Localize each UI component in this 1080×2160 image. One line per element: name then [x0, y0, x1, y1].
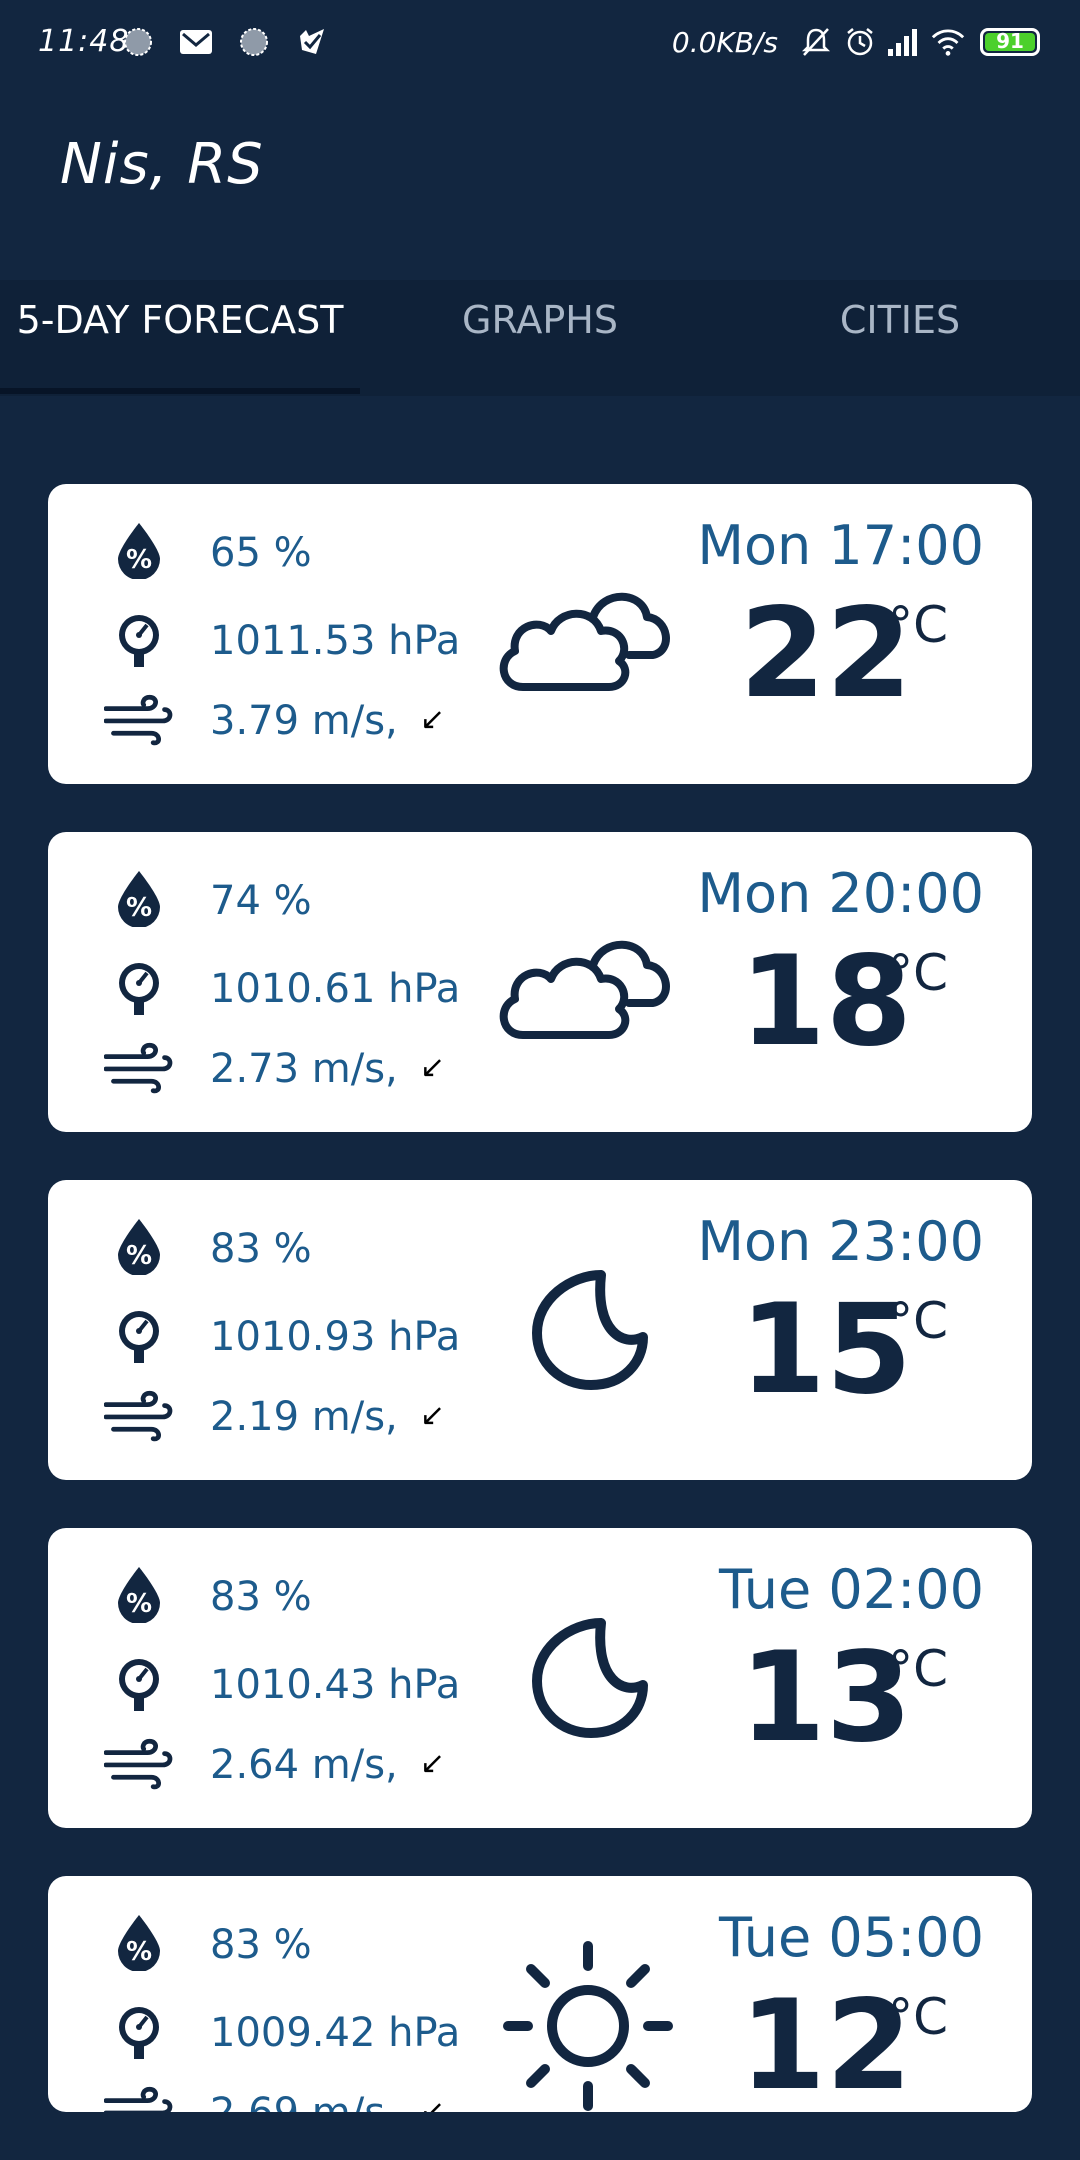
- status-time: 11:48: [38, 24, 130, 59]
- wind-direction-icon: ↙: [420, 1746, 446, 1781]
- wind-icon: [104, 1734, 174, 1794]
- city-title: Nis, RS: [60, 132, 264, 197]
- pressure-icon: [104, 1654, 174, 1714]
- humidity-value: 83 %: [210, 1922, 312, 1968]
- svg-text:%: %: [126, 893, 152, 923]
- temperature-value: 12: [739, 1974, 912, 2112]
- wind-value: 2.19 m/s,: [210, 1394, 398, 1440]
- wind-icon: [104, 1038, 174, 1098]
- wind-direction-icon: ↙: [420, 2094, 446, 2112]
- clouds-icon: [488, 902, 688, 1062]
- forecast-card[interactable]: % 83 % 1009.42 hPa 2.69 m/s, ↙ Tue 05:00…: [48, 1876, 1032, 2112]
- pressure-icon: [104, 610, 174, 670]
- tab-graphs[interactable]: GRAPHS: [360, 298, 720, 358]
- forecast-time: Tue 02:00: [718, 1558, 984, 1621]
- signal-icon: [886, 24, 922, 60]
- humidity-icon: %: [104, 868, 174, 928]
- pressure-icon: [104, 2002, 174, 2062]
- wind-icon: [104, 690, 174, 750]
- temperature-value: 18: [739, 930, 912, 1074]
- bottom-fade: [0, 2112, 1080, 2160]
- moon-icon: [488, 1250, 688, 1410]
- pressure-icon: [104, 958, 174, 1018]
- humidity-value: 74 %: [210, 878, 312, 924]
- wind-value: 3.79 m/s,: [210, 698, 398, 744]
- svg-text:%: %: [126, 545, 152, 575]
- pressure-icon: [104, 1306, 174, 1366]
- moon-icon: [488, 1598, 688, 1758]
- temperature-unit: °C: [888, 1292, 948, 1350]
- temperature-unit: °C: [888, 596, 948, 654]
- sun-icon: [488, 1941, 688, 2111]
- wind-value: 2.64 m/s,: [210, 1742, 398, 1788]
- wind-icon: [104, 1386, 174, 1446]
- temperature-unit: °C: [888, 944, 948, 1002]
- humidity-icon: %: [104, 1216, 174, 1276]
- forecast-card[interactable]: % 65 % 1011.53 hPa 3.79 m/s, ↙ Mon 17:00…: [48, 484, 1032, 784]
- svg-text:%: %: [126, 1241, 152, 1271]
- app-notification-icon-2: [236, 24, 272, 60]
- gmail-icon: [178, 24, 214, 60]
- temperature-value: 13: [739, 1626, 912, 1770]
- tab-5-day-forecast[interactable]: 5-DAY FORECAST: [0, 298, 360, 358]
- network-speed: 0.0KB/s: [671, 25, 778, 59]
- tab-cities[interactable]: CITIES: [720, 298, 1080, 358]
- mute-icon: [798, 24, 834, 60]
- battery-level: 91: [996, 29, 1024, 53]
- pressure-value: 1010.43 hPa: [210, 1662, 461, 1708]
- humidity-value: 83 %: [210, 1574, 312, 1620]
- forecast-time: Mon 20:00: [697, 862, 984, 925]
- wind-value: 2.69 m/s,: [210, 2090, 398, 2112]
- battery-icon: 91: [980, 28, 1040, 56]
- humidity-icon: %: [104, 1564, 174, 1624]
- pressure-value: 1010.61 hPa: [210, 966, 461, 1012]
- forecast-card[interactable]: % 83 % 1010.93 hPa 2.19 m/s, ↙ Mon 23:00…: [48, 1180, 1032, 1480]
- status-bar: 11:48 0.0KB/s 91: [0, 0, 1080, 86]
- svg-text:%: %: [126, 1589, 152, 1619]
- pressure-value: 1009.42 hPa: [210, 2010, 461, 2056]
- forecast-card[interactable]: % 74 % 1010.61 hPa 2.73 m/s, ↙ Mon 20:00…: [48, 832, 1032, 1132]
- pressure-value: 1011.53 hPa: [210, 618, 461, 664]
- forecast-card[interactable]: % 83 % 1010.43 hPa 2.64 m/s, ↙ Tue 02:00…: [48, 1528, 1032, 1828]
- humidity-value: 65 %: [210, 530, 312, 576]
- task-check-icon: [294, 24, 330, 60]
- system-icons: 0.0KB/s 91: [672, 22, 1040, 62]
- humidity-icon: %: [104, 520, 174, 580]
- wind-direction-icon: ↙: [420, 702, 446, 737]
- forecast-time: Tue 05:00: [718, 1906, 984, 1969]
- wind-direction-icon: ↙: [420, 1050, 446, 1085]
- forecast-time: Mon 23:00: [697, 1210, 984, 1273]
- temperature-value: 15: [739, 1278, 912, 1422]
- temperature-unit: °C: [888, 1640, 948, 1698]
- humidity-value: 83 %: [210, 1226, 312, 1272]
- tab-indicator: [0, 388, 360, 394]
- alarm-icon: [842, 24, 878, 60]
- temperature-value: 22: [739, 582, 912, 726]
- wind-direction-icon: ↙: [420, 1398, 446, 1433]
- wifi-icon: [930, 24, 966, 60]
- wind-value: 2.73 m/s,: [210, 1046, 398, 1092]
- forecast-time: Mon 17:00: [697, 514, 984, 577]
- humidity-icon: %: [104, 1912, 174, 1972]
- app-notification-icon: [120, 24, 156, 60]
- clouds-icon: [488, 554, 688, 714]
- tab-bar: 5-DAY FORECAST GRAPHS CITIES: [0, 280, 1080, 396]
- wind-icon: [104, 2082, 174, 2112]
- notification-icons: [120, 22, 352, 62]
- svg-text:%: %: [126, 1937, 152, 1967]
- temperature-unit: °C: [888, 1988, 948, 2046]
- pressure-value: 1010.93 hPa: [210, 1314, 461, 1360]
